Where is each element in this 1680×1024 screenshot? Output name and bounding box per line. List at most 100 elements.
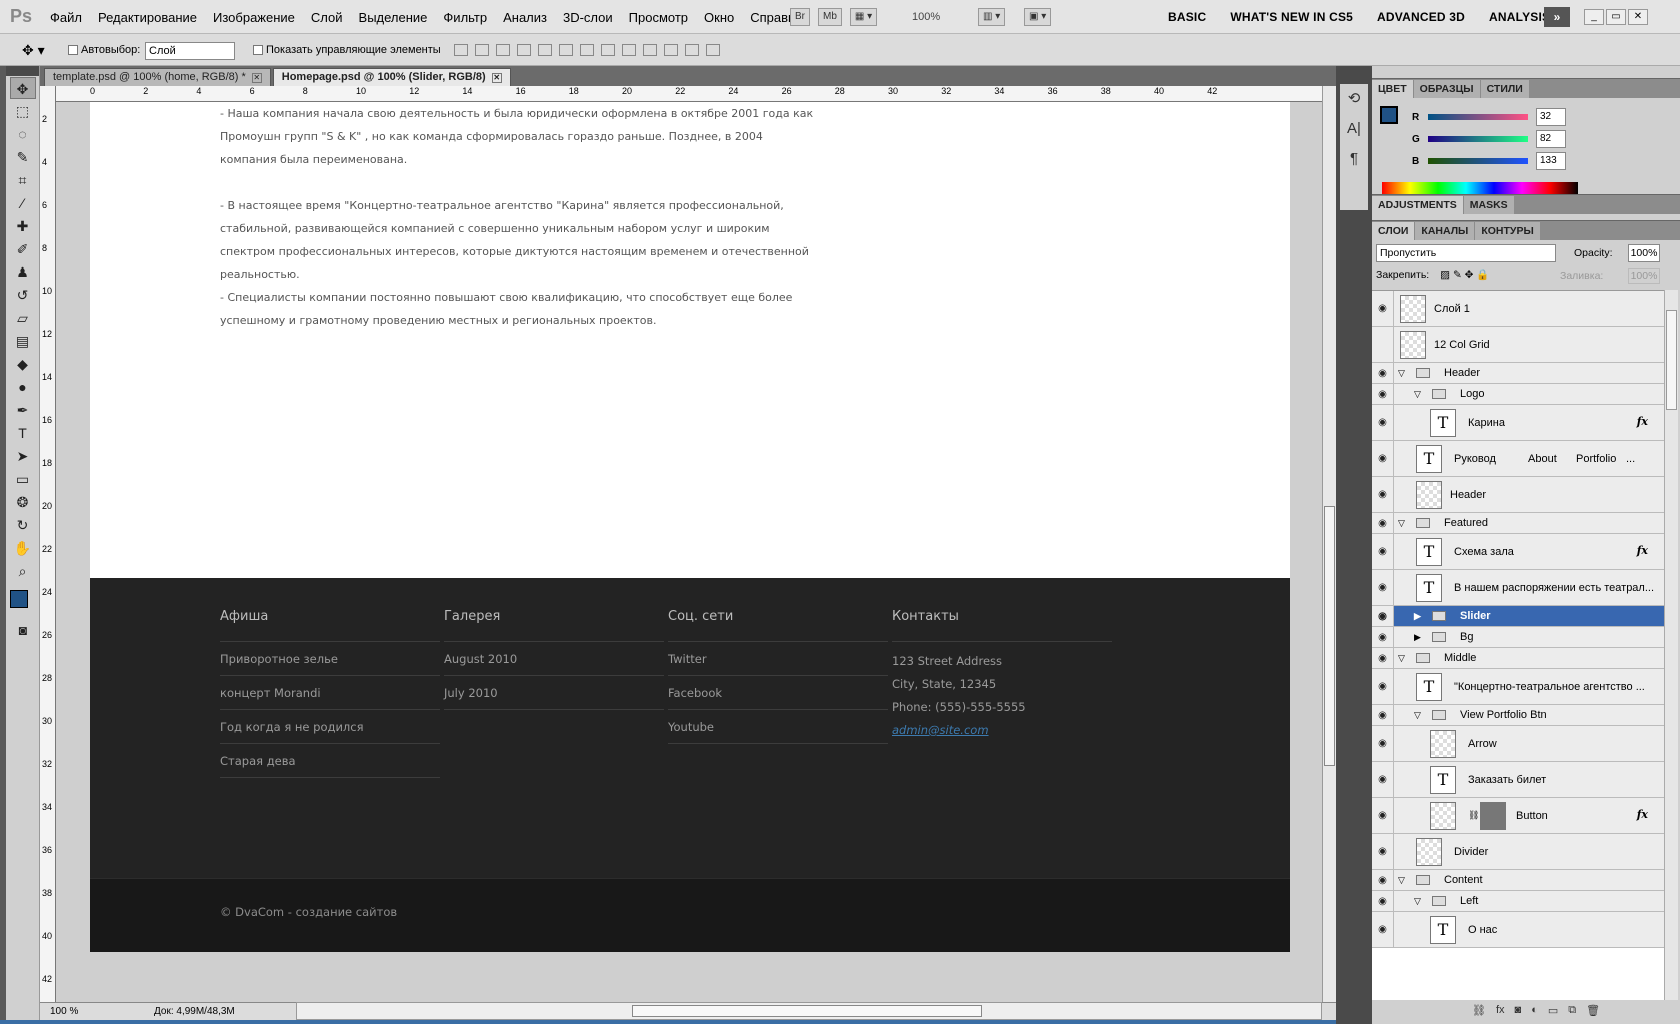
fx-icon[interactable]: fx <box>1637 808 1648 821</box>
tab-swatches[interactable]: ОБРАЗЦЫ <box>1413 80 1480 98</box>
canvas-area[interactable]: - Наша компания начала свою деятельность… <box>56 102 1322 1002</box>
layer-group-row-selected[interactable]: ◉ ▶ Slider <box>1372 606 1664 627</box>
eye-icon[interactable]: ◉ <box>1372 570 1394 605</box>
eye-icon[interactable]: ◉ <box>1372 705 1394 725</box>
eye-icon[interactable]: ◉ <box>1372 363 1394 383</box>
adjustment-layer-icon[interactable]: ◐ <box>1531 1004 1538 1017</box>
move-tool-icon[interactable]: ✥ ▾ <box>22 42 45 59</box>
character-panel-icon[interactable]: A| <box>1340 114 1368 144</box>
eye-icon[interactable]: ◉ <box>1372 669 1394 704</box>
show-transform-controls-checkbox[interactable]: Показать управляющие элементы <box>253 44 441 56</box>
canvas-vertical-scrollbar[interactable] <box>1322 86 1336 1002</box>
collapse-icon[interactable]: ▽ <box>1414 384 1421 404</box>
quick-select-tool-icon[interactable]: ✎ <box>10 146 36 168</box>
b-slider[interactable] <box>1428 158 1528 164</box>
lasso-tool-icon[interactable]: ◌ <box>10 123 36 145</box>
tab-homepage[interactable]: Homepage.psd @ 100% (Slider, RGB/8) ✕ <box>272 68 511 86</box>
pen-tool-icon[interactable]: ✒ <box>10 399 36 421</box>
marquee-tool-icon[interactable]: ⬚ <box>10 100 36 122</box>
align-vcenter-icon[interactable] <box>475 44 489 56</box>
eye-icon[interactable]: ◉ <box>1372 762 1394 797</box>
more-workspaces-button[interactable]: » <box>1544 7 1570 27</box>
bridge-button[interactable]: Br <box>790 8 810 26</box>
layer-row[interactable]: ◉ T Руковод About Portfolio... <box>1372 441 1664 477</box>
g-value-input[interactable]: 82 <box>1536 130 1566 148</box>
eye-icon[interactable]: ◉ <box>1372 912 1394 947</box>
3d-rotate-tool-icon[interactable]: ❂ <box>10 491 36 513</box>
menu-image[interactable]: Изображение <box>213 10 295 25</box>
lock-icons[interactable]: ▨ ✎ ✥ 🔒 <box>1440 269 1489 281</box>
collapse-icon[interactable]: ▽ <box>1414 891 1421 911</box>
opacity-input[interactable]: 100% <box>1628 244 1660 262</box>
layer-row[interactable]: ◉ T Карина fx <box>1372 405 1664 441</box>
tab-adjustments[interactable]: ADJUSTMENTS <box>1372 196 1463 214</box>
fx-icon[interactable]: fx <box>1496 1004 1505 1017</box>
eye-icon[interactable]: ◉ <box>1372 534 1394 569</box>
distribute-top-icon[interactable] <box>580 44 594 56</box>
layer-row[interactable]: ◉ T В нашем распоряжении есть театрал... <box>1372 570 1664 606</box>
eye-icon[interactable]: ◉ <box>1372 405 1394 440</box>
3d-orbit-tool-icon[interactable]: ↻ <box>10 514 36 536</box>
collapse-icon[interactable]: ▽ <box>1398 363 1405 383</box>
workspace-advanced-3d[interactable]: ADVANCED 3D <box>1377 10 1465 24</box>
menu-filter[interactable]: Фильтр <box>443 10 487 25</box>
eyedropper-tool-icon[interactable]: ⁄ <box>10 192 36 214</box>
link-layers-icon[interactable]: ⛓ <box>1472 1004 1486 1017</box>
fill-input[interactable]: 100% <box>1628 268 1660 284</box>
fx-icon[interactable]: fx <box>1637 544 1648 557</box>
align-top-icon[interactable] <box>454 44 468 56</box>
tab-channels[interactable]: КАНАЛЫ <box>1415 222 1475 240</box>
tab-layers[interactable]: СЛОИ <box>1372 222 1415 240</box>
move-tool-icon[interactable]: ✥ <box>9 77 36 99</box>
eye-icon[interactable]: ◉ <box>1372 384 1394 404</box>
expand-icon[interactable]: ▶ <box>1414 606 1421 626</box>
layer-row[interactable]: ◉ ⛓ Button fx <box>1372 798 1664 834</box>
dodge-tool-icon[interactable]: ● <box>10 376 36 398</box>
expand-icon[interactable]: ▶ <box>1414 627 1421 647</box>
layer-row[interactable]: 12 Col Grid <box>1372 327 1664 363</box>
history-brush-tool-icon[interactable]: ↺ <box>10 284 36 306</box>
zoom-select[interactable]: 100% <box>912 11 940 23</box>
g-slider[interactable] <box>1428 136 1528 142</box>
add-mask-icon[interactable]: ◙ <box>1515 1004 1522 1017</box>
menu-analysis[interactable]: Анализ <box>503 10 547 25</box>
menu-view[interactable]: Просмотр <box>629 10 688 25</box>
eye-icon[interactable]: ◉ <box>1372 726 1394 761</box>
minibridge-button[interactable]: Mb <box>818 8 842 26</box>
b-value-input[interactable]: 133 <box>1536 152 1566 170</box>
layer-group-row[interactable]: ◉ ▽ Content <box>1372 870 1664 891</box>
distribute-bottom-icon[interactable] <box>622 44 636 56</box>
tab-paths[interactable]: КОНТУРЫ <box>1475 222 1540 240</box>
path-select-tool-icon[interactable]: ➤ <box>10 445 36 467</box>
close-icon[interactable]: ✕ <box>251 73 262 83</box>
color-spectrum[interactable] <box>1382 182 1578 194</box>
r-slider[interactable] <box>1428 114 1528 120</box>
align-right-icon[interactable] <box>559 44 573 56</box>
layer-row[interactable]: ◉ Divider <box>1372 834 1664 870</box>
layer-row[interactable]: ◉ Arrow <box>1372 726 1664 762</box>
layer-row[interactable]: ◉ T О нас <box>1372 912 1664 948</box>
menu-file[interactable]: Файл <box>50 10 82 25</box>
workspace-analysis[interactable]: ANALYSIS <box>1489 10 1550 24</box>
distribute-vcenter-icon[interactable] <box>601 44 615 56</box>
workspace-whats-new[interactable]: WHAT'S NEW IN CS5 <box>1230 10 1353 24</box>
eye-icon[interactable]: ◉ <box>1372 606 1394 626</box>
eye-icon[interactable]: ◉ <box>1372 441 1394 476</box>
menu-edit[interactable]: Редактирование <box>98 10 197 25</box>
arrange-docs-button[interactable]: ▥ ▾ <box>978 8 1006 26</box>
type-tool-icon[interactable]: T <box>10 422 36 444</box>
layer-group-row[interactable]: ◉ ▽ Logo <box>1372 384 1664 405</box>
close-icon[interactable]: ✕ <box>491 73 502 83</box>
eye-icon[interactable]: ◉ <box>1372 291 1394 326</box>
layer-group-row[interactable]: ◉ ▽ Left <box>1372 891 1664 912</box>
brush-tool-icon[interactable]: ✐ <box>10 238 36 260</box>
eye-icon[interactable]: ◉ <box>1372 627 1394 647</box>
status-zoom[interactable]: 100 % <box>50 1006 78 1017</box>
layer-row[interactable]: ◉ T "Концертно-театральное агентство ... <box>1372 669 1664 705</box>
eye-icon[interactable]: ◉ <box>1372 648 1394 668</box>
menu-select[interactable]: Выделение <box>359 10 428 25</box>
layers-scrollbar[interactable] <box>1664 290 1678 1000</box>
tab-masks[interactable]: MASKS <box>1463 196 1514 214</box>
screen-mode-button[interactable]: ▣ ▾ <box>1024 8 1052 26</box>
distribute-hcenter-icon[interactable] <box>664 44 678 56</box>
